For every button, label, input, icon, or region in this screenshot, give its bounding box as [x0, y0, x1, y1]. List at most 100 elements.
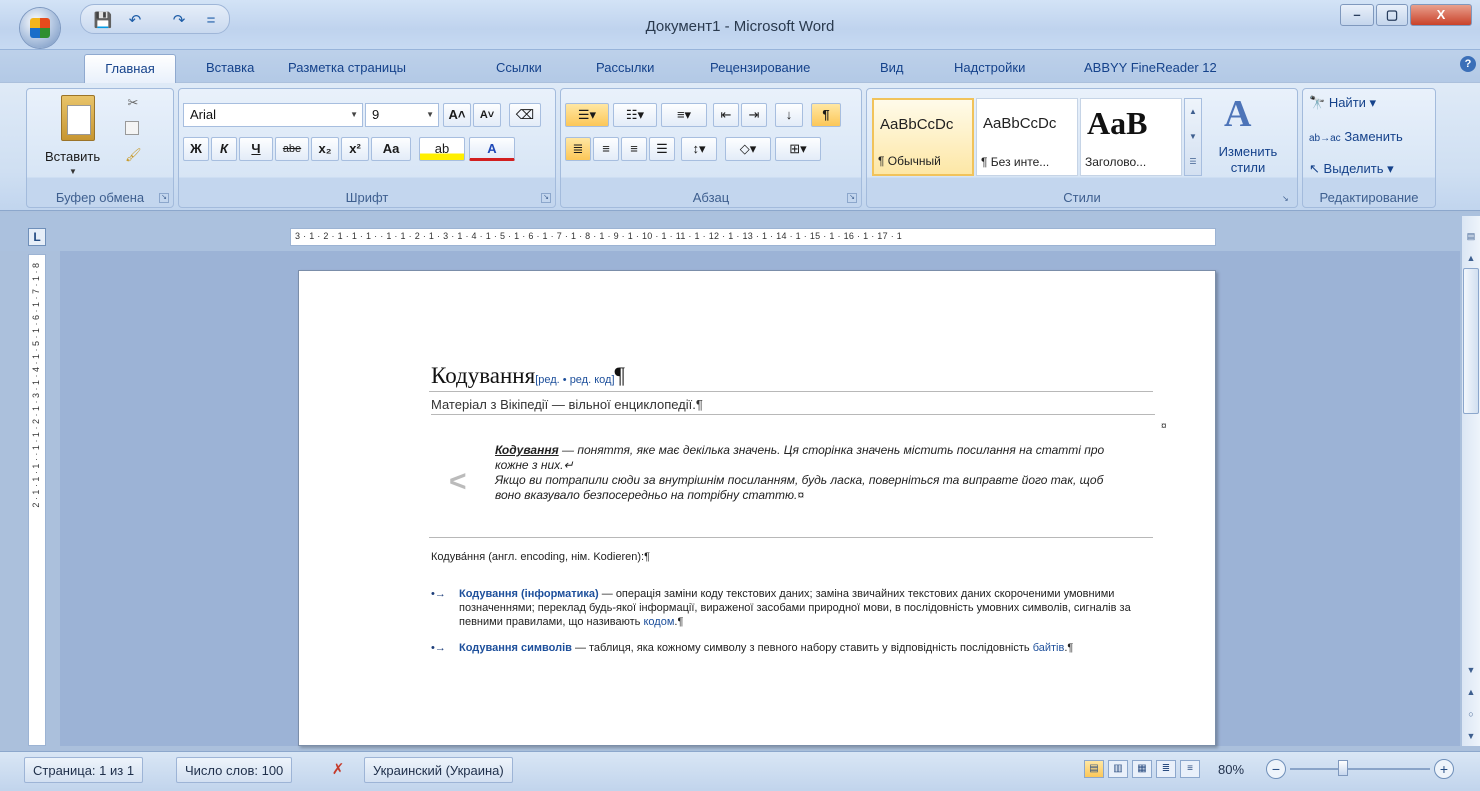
minimize-button[interactable]: –: [1340, 4, 1374, 26]
vertical-ruler[interactable]: 2 · 1 · 1 · 1 · · 1 · 1 · 2 · 1 · 3 · 1 …: [28, 254, 46, 746]
bold-button[interactable]: Ж: [183, 137, 209, 161]
tab-addins[interactable]: Надстройки: [948, 58, 1031, 82]
justify-button[interactable]: ☰: [649, 137, 675, 161]
select-button[interactable]: ↖ Выделить ▾: [1309, 161, 1394, 177]
style-no-spacing[interactable]: AaBbCcDc ¶ Без инте...: [976, 98, 1078, 176]
styles-scroll[interactable]: ▲ ▼ ☰: [1184, 98, 1202, 176]
underline-button[interactable]: Ч: [239, 137, 273, 161]
italic-button[interactable]: К: [211, 137, 237, 161]
intro-paragraph[interactable]: Кодува́ння (англ. encoding, нім. Kodiere…: [431, 551, 650, 563]
zoom-slider[interactable]: [1290, 768, 1430, 770]
bullets-button[interactable]: ☰▾: [565, 103, 609, 127]
align-right-button[interactable]: ≡: [621, 137, 647, 161]
tab-review[interactable]: Рецензирование: [704, 58, 816, 82]
ruler-toggle-icon[interactable]: ▤: [1463, 228, 1479, 244]
strikethrough-button[interactable]: abe: [275, 137, 309, 161]
find-button[interactable]: 🔭 Найти ▾: [1309, 95, 1376, 111]
web-layout-icon[interactable]: ▦: [1132, 760, 1152, 778]
horizontal-ruler[interactable]: 3 · 1 · 2 · 1 · 1 · 1 · · 1 · 1 · 2 · 1 …: [290, 228, 1216, 246]
increase-indent-button[interactable]: ⇥: [741, 103, 767, 127]
superscript-button[interactable]: x²: [341, 137, 369, 161]
proofing-icon[interactable]: ✗: [324, 757, 352, 783]
clipboard-launcher-icon[interactable]: ↘: [159, 193, 169, 203]
zoom-level[interactable]: 80%: [1218, 757, 1244, 783]
scroll-thumb[interactable]: [1463, 268, 1479, 414]
highlight-button[interactable]: ab: [419, 137, 465, 161]
outline-view-icon[interactable]: ≣: [1156, 760, 1176, 778]
align-left-button[interactable]: ≣: [565, 137, 591, 161]
page-subtitle[interactable]: Матеріал з Вікіпедії — вільної енциклопе…: [431, 397, 1155, 415]
font-family-field[interactable]: Arial ▼: [183, 103, 363, 127]
line-spacing-button[interactable]: ↕▾: [681, 137, 717, 161]
paragraph-launcher-icon[interactable]: ↘: [847, 193, 857, 203]
draft-view-icon[interactable]: ≡: [1180, 760, 1200, 778]
style-normal[interactable]: AaBbCcDc ¶ Обычный: [872, 98, 974, 176]
document-page[interactable]: Кодування[ред. • ред. код]¶ Матеріал з В…: [298, 270, 1216, 746]
full-screen-reading-icon[interactable]: ▥: [1108, 760, 1128, 778]
multilevel-list-button[interactable]: ≡▾: [661, 103, 707, 127]
customize-qat-icon[interactable]: =: [201, 12, 221, 30]
zoom-out-button[interactable]: −: [1266, 759, 1286, 779]
subscript-button[interactable]: x₂: [311, 137, 339, 161]
paste-dropdown-icon[interactable]: ▼: [69, 167, 77, 176]
redo-icon[interactable]: ↷: [169, 12, 189, 30]
zoom-slider-thumb[interactable]: [1338, 760, 1348, 776]
borders-button[interactable]: ⊞▾: [775, 137, 821, 161]
tab-page-layout[interactable]: Разметка страницы: [282, 58, 412, 82]
tab-abbyy[interactable]: ABBYY FineReader 12: [1078, 58, 1223, 82]
print-layout-icon[interactable]: ▤: [1084, 760, 1104, 778]
list-item-link[interactable]: Кодування (інформатика): [459, 588, 599, 600]
zoom-in-button[interactable]: +: [1434, 759, 1454, 779]
tab-home[interactable]: Главная: [84, 54, 176, 84]
font-color-button[interactable]: A: [469, 137, 515, 161]
previous-page-icon[interactable]: ▲: [1463, 684, 1479, 700]
disambiguation-notice[interactable]: Кодування — поняття, яке має декілька зн…: [495, 443, 1115, 503]
font-size-field[interactable]: 9 ▼: [365, 103, 439, 127]
copy-icon[interactable]: [125, 121, 139, 135]
format-painter-icon[interactable]: 🖌: [125, 147, 142, 163]
next-page-icon[interactable]: ▼: [1463, 728, 1479, 744]
grow-font-button[interactable]: A˄: [443, 103, 471, 127]
close-button[interactable]: X: [1410, 4, 1472, 26]
page-count[interactable]: Страница: 1 из 1: [24, 757, 144, 783]
clear-formatting-button[interactable]: ⌫: [509, 103, 541, 127]
change-styles-icon[interactable]: A: [1224, 92, 1251, 136]
inline-link[interactable]: байтів: [1033, 642, 1065, 654]
heading-edit-links[interactable]: [ред. • ред. код]: [535, 374, 614, 386]
tab-references[interactable]: Ссылки: [490, 58, 548, 82]
change-styles-button[interactable]: Изменить стили: [1208, 144, 1288, 176]
shrink-font-button[interactable]: A˅: [473, 103, 501, 127]
paste-button[interactable]: Вставить: [45, 149, 100, 164]
list-item[interactable]: •→ Кодування (інформатика) — операція за…: [431, 587, 1151, 629]
language-indicator[interactable]: Украинский (Украина): [364, 757, 513, 783]
inline-link[interactable]: кодом: [643, 616, 674, 628]
list-item[interactable]: •→ Кодування символів — таблиця, яка кож…: [431, 641, 1151, 655]
shading-button[interactable]: ◇▾: [725, 137, 771, 161]
page-heading[interactable]: Кодування[ред. • ред. код]¶: [431, 363, 625, 389]
scroll-down-icon[interactable]: ▼: [1463, 662, 1479, 678]
maximize-button[interactable]: ▢: [1376, 4, 1408, 26]
help-icon[interactable]: ?: [1460, 56, 1476, 72]
replace-button[interactable]: ab→ac Заменить: [1309, 129, 1403, 144]
undo-icon[interactable]: ↶: [125, 12, 145, 30]
cut-icon[interactable]: ✂: [125, 95, 141, 111]
tab-view[interactable]: Вид: [874, 58, 910, 82]
decrease-indent-button[interactable]: ⇤: [713, 103, 739, 127]
style-heading[interactable]: AaB Заголово...: [1080, 98, 1182, 176]
word-count[interactable]: Число слов: 100: [176, 757, 293, 783]
sort-button[interactable]: ↓: [775, 103, 803, 127]
list-item-link[interactable]: Кодування символів: [459, 642, 572, 654]
style-heading-preview: AaB: [1087, 105, 1148, 141]
save-icon[interactable]: 💾: [93, 12, 113, 30]
align-center-button[interactable]: ≡: [593, 137, 619, 161]
tab-selector-button[interactable]: L: [28, 228, 46, 246]
tab-insert[interactable]: Вставка: [200, 58, 260, 82]
tab-mailings[interactable]: Рассылки: [590, 58, 660, 82]
styles-launcher-icon[interactable]: ↘: [1282, 194, 1289, 203]
numbering-button[interactable]: ☷▾: [613, 103, 657, 127]
select-browse-object-icon[interactable]: ○: [1463, 706, 1479, 722]
scroll-up-icon[interactable]: ▲: [1463, 250, 1479, 266]
font-launcher-icon[interactable]: ↘: [541, 193, 551, 203]
change-case-button[interactable]: Aa: [371, 137, 411, 161]
show-marks-button[interactable]: ¶: [811, 103, 841, 127]
